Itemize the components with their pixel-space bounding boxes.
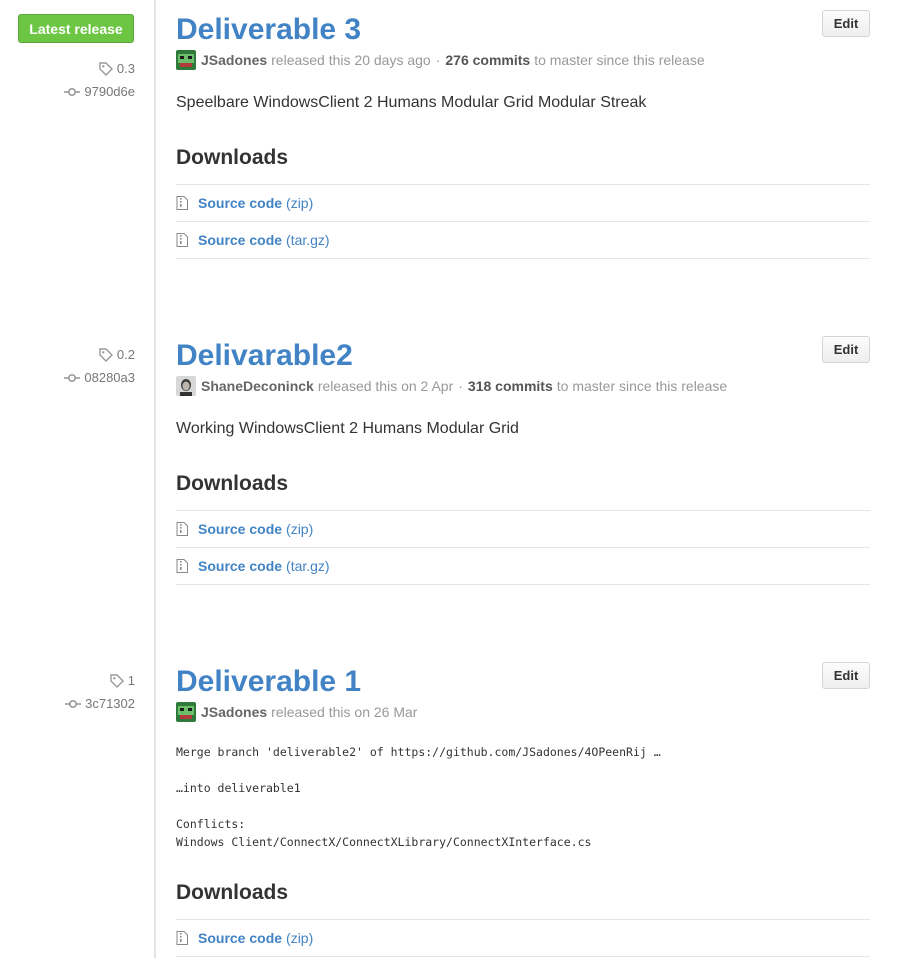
- commit-sha: 3c71302: [85, 696, 135, 711]
- release-authorship: ShaneDeconinck released this on 2 Apr · …: [176, 376, 727, 396]
- release-description-line: Windows Client/ConnectX/ConnectXLibrary/…: [176, 835, 592, 849]
- tag-icon: [99, 347, 113, 362]
- release-main: Deliverable 1 Edit JSadones released thi…: [176, 662, 870, 957]
- tag-label: 0.2: [116, 347, 135, 362]
- commits-suffix: to master since this release: [556, 378, 728, 394]
- release-commit[interactable]: 9790d6e: [64, 84, 135, 99]
- author-link[interactable]: JSadones: [201, 704, 267, 720]
- release-tag[interactable]: 0.3: [99, 61, 135, 76]
- release-meta: 0.2 08280a3: [0, 326, 135, 406]
- tag-label: 0.3: [116, 61, 135, 76]
- release-commit[interactable]: 3c71302: [65, 696, 135, 711]
- downloads-list: Source code (zip): [176, 919, 870, 957]
- released-text: released this on 2 Apr: [317, 378, 454, 394]
- commit-icon: [64, 373, 81, 383]
- release-tag[interactable]: 1: [110, 673, 135, 688]
- release-meta: 1 3c71302: [0, 652, 135, 732]
- tag-icon: [99, 61, 113, 76]
- separator: ·: [458, 378, 463, 394]
- downloads-heading: Downloads: [176, 881, 289, 904]
- release-tag[interactable]: 0.2: [99, 347, 135, 362]
- tag-icon: [110, 673, 124, 688]
- download-row-targz[interactable]: Source code (tar.gz): [176, 548, 870, 585]
- file-zip-icon: [176, 233, 198, 247]
- release-entry: 1 3c71302 Deliverable 1 Edit JSadones re…: [0, 652, 900, 958]
- release-authorship: JSadones released this on 26 Mar: [176, 702, 417, 722]
- download-ext[interactable]: (tar.gz): [286, 558, 330, 574]
- source-code-link[interactable]: Source code: [198, 930, 282, 946]
- commits-count-link[interactable]: 318 commits: [468, 378, 553, 394]
- author-link[interactable]: JSadones: [201, 52, 267, 68]
- download-ext[interactable]: (zip): [286, 930, 313, 946]
- release-entry: 0.2 08280a3 Delivarable2 Edit ShaneDecon…: [0, 326, 900, 626]
- file-zip-icon: [176, 522, 198, 536]
- release-main: Delivarable2 Edit ShaneDeconinck release…: [176, 336, 870, 598]
- release-title[interactable]: Delivarable2: [176, 338, 353, 374]
- release-commit[interactable]: 08280a3: [64, 370, 135, 385]
- file-zip-icon: [176, 196, 198, 210]
- downloads-list: Source code (zip) Source code (tar.gz): [176, 510, 870, 585]
- source-code-link[interactable]: Source code: [198, 195, 282, 211]
- avatar[interactable]: [176, 50, 196, 70]
- source-code-link[interactable]: Source code: [198, 521, 282, 537]
- commits-count-link[interactable]: 276 commits: [445, 52, 530, 68]
- source-code-link[interactable]: Source code: [198, 232, 282, 248]
- release-meta: Latest release 0.3 9790d6e: [0, 0, 135, 120]
- file-zip-icon: [176, 559, 198, 573]
- file-zip-icon: [176, 931, 198, 945]
- separator: ·: [435, 52, 441, 68]
- avatar[interactable]: [176, 702, 196, 722]
- commit-icon: [64, 87, 81, 97]
- author-link[interactable]: ShaneDeconinck: [201, 378, 314, 394]
- download-row-zip[interactable]: Source code (zip): [176, 185, 870, 222]
- release-main: Deliverable 3 Edit JSadones released thi…: [176, 10, 870, 272]
- release-description: Speelbare WindowsClient 2 Humans Modular…: [176, 94, 647, 111]
- release-description-line: Merge branch 'deliverable2' of https://g…: [176, 745, 661, 759]
- release-description-line: …into deliverable1: [176, 781, 301, 795]
- tag-label: 1: [127, 673, 135, 688]
- release-description-line: Conflicts:: [176, 817, 246, 831]
- download-row-zip[interactable]: Source code (zip): [176, 511, 870, 548]
- commits-suffix: to master since this release: [534, 52, 705, 68]
- download-row-targz[interactable]: Source code (tar.gz): [176, 222, 870, 259]
- released-text: released this on 26 Mar: [271, 704, 418, 720]
- edit-button[interactable]: Edit: [822, 10, 870, 37]
- avatar[interactable]: [176, 376, 196, 396]
- commit-sha: 9790d6e: [84, 84, 135, 99]
- commit-icon: [65, 699, 82, 709]
- release-authorship: JSadones released this 20 days ago · 276…: [176, 50, 705, 70]
- downloads-list: Source code (zip) Source code (tar.gz): [176, 184, 870, 259]
- download-ext[interactable]: (tar.gz): [286, 232, 330, 248]
- release-title[interactable]: Deliverable 1: [176, 664, 361, 700]
- edit-button[interactable]: Edit: [822, 336, 870, 363]
- downloads-heading: Downloads: [176, 472, 289, 495]
- download-ext[interactable]: (zip): [286, 521, 313, 537]
- source-code-link[interactable]: Source code: [198, 558, 282, 574]
- release-entry: Latest release 0.3 9790d6e Deliverable 3…: [0, 0, 900, 300]
- downloads-heading: Downloads: [176, 146, 289, 169]
- release-description: Working WindowsClient 2 Humans Modular G…: [176, 420, 519, 437]
- download-row-zip[interactable]: Source code (zip): [176, 920, 870, 957]
- commit-sha: 08280a3: [84, 370, 135, 385]
- release-title[interactable]: Deliverable 3: [176, 12, 361, 48]
- latest-release-badge[interactable]: Latest release: [18, 14, 134, 43]
- edit-button[interactable]: Edit: [822, 662, 870, 689]
- download-ext[interactable]: (zip): [286, 195, 313, 211]
- released-text: released this 20 days ago: [271, 52, 431, 68]
